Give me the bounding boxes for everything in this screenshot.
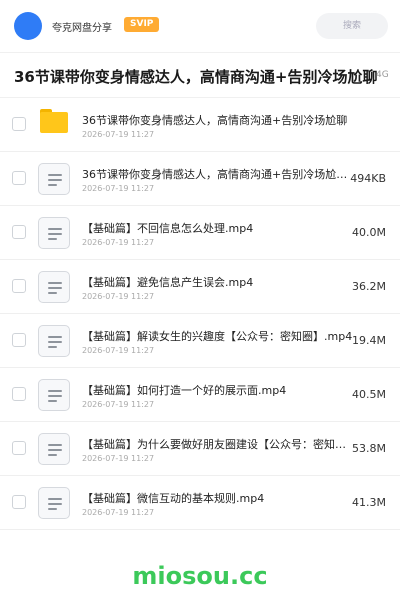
svip-badge: SVIP: [124, 17, 160, 32]
row-checkbox[interactable]: [12, 279, 26, 293]
row-checkbox[interactable]: [12, 387, 26, 401]
item-date: 2026-07-19 11:27: [82, 130, 155, 139]
list-item[interactable]: 【基础篇】解读女生的兴趣度【公众号：密知圈】.mp4 2026-07-19 11…: [0, 314, 400, 368]
row-checkbox[interactable]: [12, 333, 26, 347]
item-size: 41.3M: [352, 496, 386, 509]
row-checkbox[interactable]: [12, 117, 26, 131]
list-item[interactable]: 36节课带你变身情感达人，高情商沟通+告别冷场尬聊 2026-07-19 11:…: [0, 98, 400, 152]
list-item[interactable]: 36节课带你变身情感达人，高情商沟通+告别冷场尬聊... 2026-07-19 …: [0, 152, 400, 206]
row-checkbox[interactable]: [12, 171, 26, 185]
item-name: 36节课带你变身情感达人，高情商沟通+告别冷场尬聊...: [82, 168, 354, 181]
row-checkbox[interactable]: [12, 495, 26, 509]
item-date: 2026-07-19 11:27: [82, 508, 155, 517]
item-date: 2026-07-19 11:27: [82, 238, 155, 247]
item-name: 【基础篇】解读女生的兴趣度【公众号：密知圈】.mp4: [82, 330, 353, 343]
list-item[interactable]: 【基础篇】如何打造一个好的展示面.mp4 2026-07-19 11:27 40…: [0, 368, 400, 422]
list-item[interactable]: 【基础篇】为什么要做好朋友圈建设【公众号：密知圈】 2026-07-19 11:…: [0, 422, 400, 476]
watermark: miosou.cc: [132, 562, 268, 590]
list-item[interactable]: 【基础篇】不回信息怎么处理.mp4 2026-07-19 11:27 40.0M: [0, 206, 400, 260]
item-size: 36.2M: [352, 280, 386, 293]
top-bar: 夸克网盘分享 SVIP 搜索: [0, 0, 400, 52]
document-icon: [38, 163, 70, 195]
file-list: 36节课带你变身情感达人，高情商沟通+告别冷场尬聊 2026-07-19 11:…: [0, 98, 400, 530]
item-name: 【基础篇】如何打造一个好的展示面.mp4: [82, 384, 287, 397]
document-icon: [38, 433, 70, 465]
search-input[interactable]: 搜索: [316, 13, 388, 39]
folder-title-bar: 36节课带你变身情感达人，高情商沟通+告别冷场尬聊 4G: [0, 52, 400, 98]
item-size: 494KB: [350, 172, 386, 185]
item-name: 【基础篇】不回信息怎么处理.mp4: [82, 222, 254, 235]
item-size: 19.4M: [352, 334, 386, 347]
row-checkbox[interactable]: [12, 225, 26, 239]
item-name: 36节课带你变身情感达人，高情商沟通+告别冷场尬聊: [82, 114, 348, 127]
item-name: 【基础篇】避免信息产生误会.mp4: [82, 276, 254, 289]
item-size: 40.5M: [352, 388, 386, 401]
item-size: 53.8M: [352, 442, 386, 455]
item-date: 2026-07-19 11:27: [82, 454, 155, 463]
folder-icon: [40, 109, 68, 133]
document-icon: [38, 217, 70, 249]
item-date: 2026-07-19 11:27: [82, 184, 155, 193]
item-name: 【基础篇】微信互动的基本规则.mp4: [82, 492, 265, 505]
item-date: 2026-07-19 11:27: [82, 400, 155, 409]
document-icon: [38, 379, 70, 411]
list-item[interactable]: 【基础篇】微信互动的基本规则.mp4 2026-07-19 11:27 41.3…: [0, 476, 400, 530]
item-date: 2026-07-19 11:27: [82, 292, 155, 301]
document-icon: [38, 487, 70, 519]
list-item[interactable]: 【基础篇】避免信息产生误会.mp4 2026-07-19 11:27 36.2M: [0, 260, 400, 314]
site-name: 夸克网盘分享: [52, 23, 112, 34]
avatar[interactable]: [14, 12, 42, 40]
row-checkbox[interactable]: [12, 441, 26, 455]
item-date: 2026-07-19 11:27: [82, 346, 155, 355]
folder-title: 36节课带你变身情感达人，高情商沟通+告别冷场尬聊: [14, 68, 378, 86]
item-size: 40.0M: [352, 226, 386, 239]
item-name: 【基础篇】为什么要做好朋友圈建设【公众号：密知圈】: [82, 438, 354, 451]
document-icon: [38, 271, 70, 303]
folder-total-size: 4G: [376, 70, 389, 80]
document-icon: [38, 325, 70, 357]
